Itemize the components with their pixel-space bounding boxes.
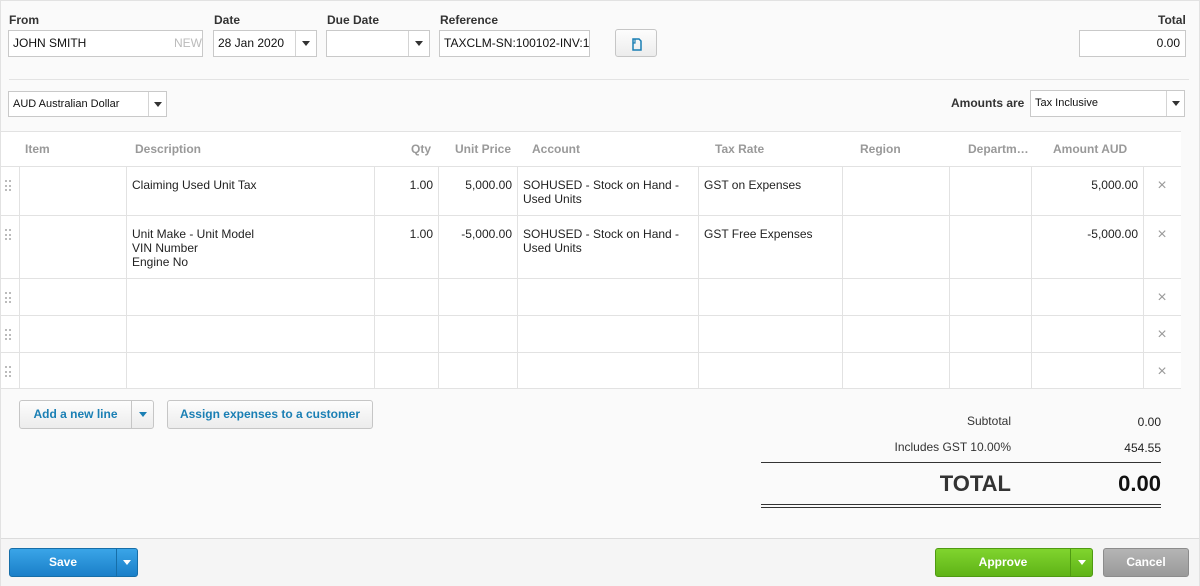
add-new-line-button[interactable]: Add a new line	[19, 400, 132, 429]
remove-row-icon[interactable]: ×	[1156, 227, 1168, 243]
chevron-down-icon	[123, 560, 131, 565]
due-date-label: Due Date	[327, 13, 380, 27]
line-items-table: Item Description Qty Unit Price Account …	[1, 131, 1181, 389]
totals-double-rule-top	[761, 504, 1161, 505]
subtotal-label: Subtotal	[966, 414, 1011, 428]
drag-handle-icon[interactable]	[5, 366, 13, 378]
grand-total-label: TOTAL	[939, 471, 1011, 496]
approve-button[interactable]: Approve	[935, 548, 1071, 577]
row-unit-price[interactable]: 5,000.00	[441, 178, 512, 192]
from-input[interactable]: JOHN SMITH NEW	[8, 30, 203, 57]
due-date-input[interactable]	[326, 30, 430, 57]
copy-icon	[632, 38, 642, 51]
col-header-department: Departm…	[968, 142, 1029, 156]
date-input[interactable]: 28 Jan 2020	[213, 30, 317, 57]
row-qty[interactable]: 1.00	[378, 227, 433, 241]
remove-row-icon[interactable]: ×	[1156, 364, 1168, 380]
total-label: Total	[1158, 13, 1186, 27]
cancel-button[interactable]: Cancel	[1103, 548, 1189, 577]
amounts-dropdown-icon[interactable]	[1166, 91, 1184, 116]
save-dropdown-button[interactable]	[116, 548, 138, 577]
row-divider	[1, 278, 1181, 279]
col-header-amount: Amount AUD	[1053, 142, 1128, 156]
date-label: Date	[214, 13, 241, 27]
header-divider	[9, 79, 1189, 80]
row-divider	[1, 215, 1181, 216]
remove-row-icon[interactable]: ×	[1156, 290, 1168, 306]
assign-expenses-button[interactable]: Assign expenses to a customer	[167, 400, 373, 429]
total-input[interactable]: 0.00	[1079, 30, 1186, 57]
from-value: JOHN SMITH	[13, 36, 87, 50]
from-label: From	[9, 13, 39, 27]
row-tax-rate[interactable]: GST Free Expenses	[704, 227, 839, 241]
total-value: 0.00	[1156, 36, 1180, 50]
row-unit-price[interactable]: -5,000.00	[441, 227, 512, 241]
add-line-dropdown-button[interactable]	[131, 400, 154, 429]
date-dropdown-icon[interactable]	[295, 31, 316, 56]
col-header-qty: Qty	[411, 142, 432, 156]
grand-total-value: 0.00	[1118, 471, 1161, 496]
row-divider	[1, 352, 1181, 353]
row-description[interactable]: Claiming Used Unit Tax	[132, 178, 370, 192]
drag-handle-icon[interactable]	[5, 329, 13, 341]
new-contact-badge: NEW	[174, 36, 202, 50]
date-value: 28 Jan 2020	[218, 36, 285, 50]
reference-label: Reference	[440, 13, 499, 27]
row-account[interactable]: SOHUSED - Stock on Hand - Used Units	[523, 178, 695, 206]
row-tax-rate[interactable]: GST on Expenses	[704, 178, 839, 192]
col-header-description: Description	[135, 142, 202, 156]
currency-dropdown-icon[interactable]	[148, 92, 166, 116]
approve-dropdown-button[interactable]	[1070, 548, 1093, 577]
drag-handle-icon[interactable]	[5, 180, 13, 192]
remove-row-icon[interactable]: ×	[1156, 178, 1168, 194]
currency-select[interactable]: AUD Australian Dollar	[8, 91, 167, 117]
header-row-divider	[1, 166, 1181, 167]
amounts-are-value: Tax Inclusive	[1035, 97, 1098, 109]
row-description[interactable]: Unit Make - Unit Model VIN Number Engine…	[132, 227, 370, 269]
action-footer: Save Approve Cancel	[1, 538, 1199, 586]
save-button[interactable]: Save	[9, 548, 117, 577]
row-amount[interactable]: -5,000.00	[1035, 227, 1138, 241]
chevron-down-icon	[1077, 560, 1086, 565]
row-divider	[1, 315, 1181, 316]
remove-row-icon[interactable]: ×	[1156, 327, 1168, 343]
totals-double-rule-bottom	[761, 507, 1161, 508]
drag-handle-icon[interactable]	[5, 292, 13, 304]
drag-handle-icon[interactable]	[5, 229, 13, 241]
reference-input[interactable]: TAXCLM-SN:100102-INV:1	[439, 30, 590, 57]
row-qty[interactable]: 1.00	[378, 178, 433, 192]
row-amount[interactable]: 5,000.00	[1035, 178, 1138, 192]
currency-value: AUD Australian Dollar	[13, 98, 120, 110]
due-date-dropdown-icon[interactable]	[408, 31, 429, 56]
col-header-unit-price: Unit Price	[455, 142, 512, 156]
col-header-account: Account	[532, 142, 580, 156]
gst-value: 454.55	[1124, 441, 1161, 455]
chevron-down-icon	[138, 412, 147, 417]
gst-label: Includes GST 10.00%	[894, 440, 1011, 454]
row-account[interactable]: SOHUSED - Stock on Hand - Used Units	[523, 227, 695, 255]
totals-rule	[761, 462, 1161, 463]
subtotal-value: 0.00	[1137, 415, 1161, 429]
amounts-are-select[interactable]: Tax Inclusive	[1030, 90, 1185, 117]
bill-editor: From Date Due Date Reference Total JOHN …	[0, 0, 1200, 586]
col-header-item: Item	[25, 142, 50, 156]
copy-reference-button[interactable]	[615, 29, 657, 57]
amounts-are-label: Amounts are	[951, 96, 1025, 110]
col-header-region: Region	[860, 142, 901, 156]
col-header-tax-rate: Tax Rate	[715, 142, 765, 156]
reference-value: TAXCLM-SN:100102-INV:1	[444, 36, 590, 50]
